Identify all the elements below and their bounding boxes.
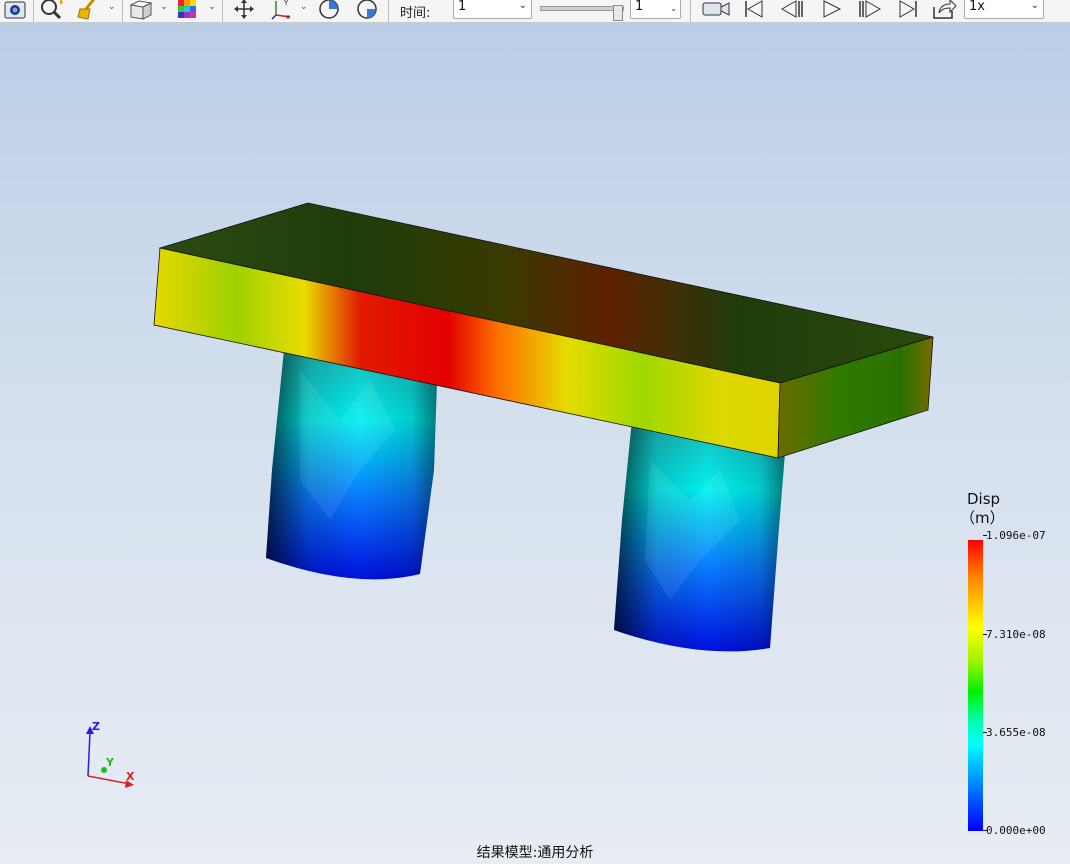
record-icon[interactable] bbox=[700, 0, 732, 21]
color-legend-bar bbox=[968, 540, 983, 831]
chevron-down-icon[interactable]: ⌄ bbox=[108, 2, 116, 12]
x-axis-line bbox=[87, 775, 131, 785]
status-text: 结果模型:通用分析 bbox=[476, 845, 594, 861]
legend-tick: 3.655e-08 bbox=[983, 726, 1046, 739]
color-grid-icon[interactable] bbox=[174, 0, 204, 21]
legend-tick: 0.000e+00 bbox=[983, 824, 1046, 837]
legend-tick: 1.096e-07 bbox=[983, 529, 1046, 542]
zoom-icon[interactable] bbox=[38, 0, 68, 21]
chevron-down-icon[interactable]: ⌄ bbox=[208, 2, 216, 12]
slider-thumb[interactable] bbox=[613, 5, 623, 21]
speed-select-value: 1x bbox=[969, 0, 985, 14]
first-frame-icon[interactable] bbox=[740, 0, 768, 21]
view-cube-icon[interactable] bbox=[126, 0, 156, 21]
section-icon[interactable] bbox=[352, 0, 382, 21]
chevron-down-icon[interactable]: ⌄ bbox=[300, 2, 308, 12]
axis-icon[interactable]: Y x bbox=[268, 0, 298, 21]
legend-tick: 7.310e-08 bbox=[983, 628, 1046, 641]
frame-spinbox-value: 1 bbox=[635, 0, 644, 14]
pan-icon[interactable] bbox=[230, 0, 258, 21]
last-frame-icon[interactable] bbox=[894, 0, 922, 21]
export-icon[interactable] bbox=[930, 0, 958, 21]
time-select-value: 1 bbox=[458, 0, 467, 14]
slab bbox=[153, 202, 934, 459]
y-axis-label: Y bbox=[105, 756, 115, 769]
toolbar: ⌄ ⌄ ⌄ Y x ⌄ 时间: 1 ⌄ 1 ⌃ ⌄ 1x ⌄ bbox=[0, 0, 1070, 23]
legend-title: Disp bbox=[967, 490, 1001, 508]
speed-select[interactable]: 1x ⌄ bbox=[964, 0, 1044, 19]
legend-unit: （m） bbox=[960, 509, 1005, 527]
chevron-down-icon: ⌄ bbox=[518, 0, 527, 11]
z-axis-line bbox=[87, 731, 91, 777]
right-column bbox=[614, 420, 786, 652]
z-axis-label: Z bbox=[92, 720, 100, 733]
chevron-down-icon[interactable]: ⌄ bbox=[670, 4, 677, 13]
left-column bbox=[266, 350, 438, 580]
previous-frame-icon[interactable] bbox=[778, 0, 806, 21]
3d-viewport[interactable]: Z Y X bbox=[0, 23, 1070, 864]
frame-spinbox[interactable]: 1 ⌃ ⌄ bbox=[630, 0, 681, 19]
chevron-down-icon: ⌄ bbox=[1030, 0, 1039, 11]
next-frame-icon[interactable] bbox=[856, 0, 884, 21]
chevron-down-icon[interactable]: ⌄ bbox=[160, 2, 168, 12]
x-axis-label: X bbox=[126, 770, 135, 783]
axis-triad: Z Y X bbox=[86, 720, 135, 788]
svg-text:x: x bbox=[286, 13, 290, 21]
clear-icon[interactable] bbox=[74, 0, 104, 21]
rotate-icon[interactable] bbox=[314, 0, 344, 21]
time-select[interactable]: 1 ⌄ bbox=[453, 0, 532, 19]
time-slider[interactable] bbox=[540, 5, 624, 21]
screenshot-icon[interactable] bbox=[2, 0, 28, 21]
model-render bbox=[153, 202, 934, 652]
play-icon[interactable] bbox=[818, 0, 846, 21]
time-label: 时间: bbox=[400, 6, 431, 21]
svg-text:Y: Y bbox=[283, 0, 289, 7]
